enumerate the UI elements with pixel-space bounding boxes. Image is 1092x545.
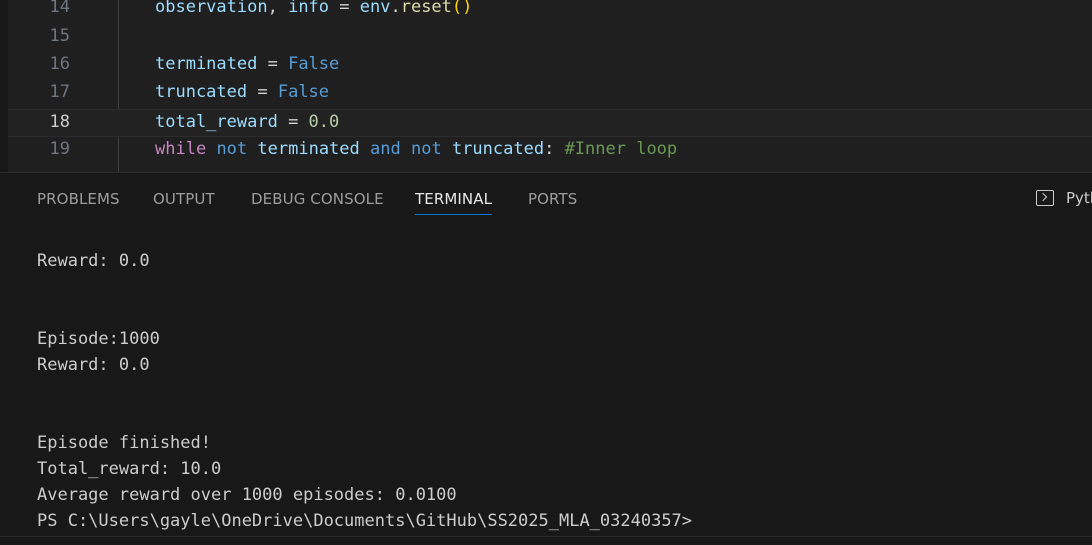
token: terminated [257,139,360,159]
code-line-17[interactable]: 17 truncated = False [8,80,1092,108]
line-number: 16 [49,54,70,74]
line-number: 19 [49,139,70,159]
terminal-prompt: PS C:\Users\gayle\OneDrive\Documents\Git… [37,511,693,531]
code-text: terminated = False [155,54,339,74]
token: . [390,0,401,17]
code-text: observation, info = env.reset() [155,0,472,17]
token: truncated [155,82,248,102]
terminal-output[interactable]: Reward: 0.0 Episode:1000 Reward: 0.0 Epi… [37,173,1087,545]
code-line-18-current[interactable]: 18 total_reward = 0.0 [8,109,1092,137]
token: False [288,54,340,74]
terminal-line: Episode finished! [37,433,211,453]
token: and [370,139,401,159]
terminal-line: Total_reward: 10.0 [37,459,222,479]
token: False [277,82,330,102]
terminal-line: Average reward over 1000 episodes: 0.010… [37,485,457,505]
token: = [277,112,309,132]
token: not [216,139,248,159]
token: = [257,54,289,74]
token: info [288,0,330,17]
token: not [410,139,442,159]
token: ( [451,0,463,17]
token: , [267,0,289,17]
token: reset [400,0,452,17]
code-line-14[interactable]: 14 observation, info = env.reset() [8,0,1092,23]
bottom-panel: PROBLEMS OUTPUT DEBUG CONSOLE TERMINAL P… [0,172,1092,545]
code-line-19[interactable]: 19 while not terminated and not truncate… [8,137,1092,165]
line-number: 18 [49,112,70,132]
token: = [247,82,278,102]
token: env [359,0,391,17]
code-text: while not terminated and not truncated: … [155,139,677,159]
code-editor[interactable]: 14 observation, info = env.reset() 15 16… [8,0,1092,172]
token: while [155,139,207,159]
token: 0.0 [308,112,340,132]
code-text: total_reward = 0.0 [155,112,339,132]
token: truncated [451,139,545,159]
token: #Inner loop [564,139,678,159]
line-number: 17 [49,82,70,102]
code-line-15[interactable]: 15 [8,24,1092,52]
token: terminated [155,54,258,74]
code-text: truncated = False [155,82,329,102]
code-line-16[interactable]: 16 terminated = False [8,52,1092,80]
line-number: 15 [49,26,70,46]
line-number: 14 [49,0,70,17]
token: : [544,139,565,159]
terminal-line: Episode:1000 [37,329,160,349]
terminal-line: Reward: 0.0 [37,355,150,375]
token: = [329,0,360,17]
token: total_reward [155,112,278,132]
token: ) [462,0,473,17]
token: observation [155,0,268,17]
terminal-line: Reward: 0.0 [37,251,150,271]
